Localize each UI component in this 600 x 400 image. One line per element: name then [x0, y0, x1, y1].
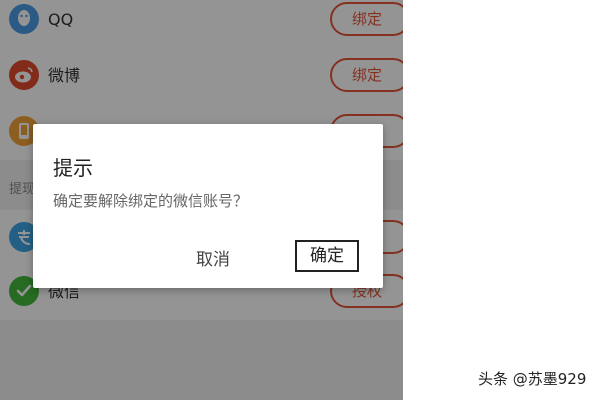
unbind-confirm-dialog: 提示 确定要解除绑定的微信账号？ 取消 确定 — [33, 124, 383, 288]
cancel-button[interactable]: 取消 — [173, 244, 253, 276]
dialog-title: 提示 — [53, 156, 93, 180]
confirm-button[interactable]: 确定 — [295, 240, 359, 272]
watermark-text: 头条 @苏墨929 — [478, 370, 587, 388]
dialog-message: 确定要解除绑定的微信账号？ — [53, 192, 249, 210]
settings-screen: QQ 绑定 微博 绑定 提现 微信 授权 提示 确定要解除绑定的微信账号？ 取消… — [0, 0, 403, 400]
